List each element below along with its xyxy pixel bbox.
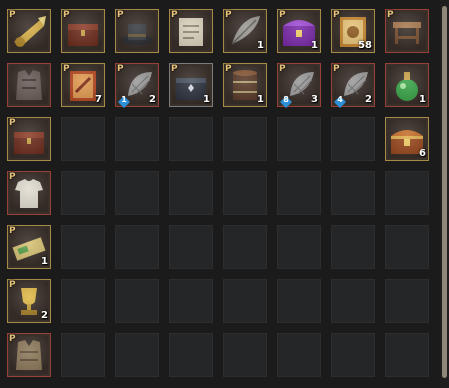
- inventory-slot[interactable]: P7: [61, 63, 105, 107]
- grade-value: 1: [121, 95, 127, 104]
- empty-inventory-slot[interactable]: [169, 279, 213, 323]
- inventory-slot[interactable]: P1: [223, 63, 267, 107]
- empty-inventory-slot[interactable]: [61, 171, 105, 215]
- item-count: 1: [419, 94, 426, 105]
- empty-inventory-slot[interactable]: [115, 117, 159, 161]
- item-count: 7: [95, 94, 102, 105]
- item-count: 3: [311, 94, 318, 105]
- grade-value: 8: [283, 95, 289, 104]
- inventory-slot[interactable]: P 8 3: [277, 63, 321, 108]
- empty-inventory-slot[interactable]: [223, 279, 267, 323]
- empty-inventory-slot[interactable]: [331, 117, 375, 161]
- scrollbar-thumb[interactable]: [442, 6, 447, 378]
- item-count: 2: [149, 94, 156, 105]
- inventory-grid: P P P P P 1 P 1 P 58 P P 7 P 1 2 P 1 P 1 P 8 3 P 4 2 1 P 6 P P 1 P 2 P: [0, 0, 449, 388]
- grade-value: 4: [337, 95, 343, 104]
- empty-inventory-slot[interactable]: [223, 333, 267, 377]
- grade-badge: 8: [280, 93, 292, 108]
- item-count: 6: [419, 148, 426, 159]
- p-badge: P: [63, 64, 70, 74]
- grade-badge: 4: [334, 93, 346, 108]
- item-count: 2: [365, 94, 372, 105]
- p-badge: P: [333, 10, 340, 20]
- p-badge: P: [9, 226, 16, 236]
- p-badge: P: [9, 118, 16, 128]
- inventory-slot[interactable]: P: [115, 9, 159, 53]
- empty-inventory-slot[interactable]: [385, 333, 429, 377]
- inventory-slot[interactable]: P: [169, 9, 213, 53]
- empty-inventory-slot[interactable]: [277, 117, 321, 161]
- inventory-slot[interactable]: 6: [385, 117, 429, 161]
- p-badge: P: [171, 10, 178, 20]
- inventory-slot[interactable]: P: [7, 9, 51, 53]
- p-badge: P: [333, 64, 340, 74]
- p-badge: P: [225, 10, 232, 20]
- inventory-slot[interactable]: P 1 2: [115, 63, 159, 108]
- item-count: 1: [41, 256, 48, 267]
- empty-inventory-slot[interactable]: [169, 171, 213, 215]
- inventory-slot[interactable]: [7, 63, 51, 107]
- empty-inventory-slot[interactable]: [115, 225, 159, 269]
- p-badge: P: [117, 10, 124, 20]
- empty-inventory-slot[interactable]: [223, 117, 267, 161]
- p-badge: P: [9, 10, 16, 20]
- empty-inventory-slot[interactable]: [331, 171, 375, 215]
- empty-inventory-slot[interactable]: [115, 333, 159, 377]
- empty-inventory-slot[interactable]: [169, 333, 213, 377]
- p-badge: P: [387, 10, 394, 20]
- empty-inventory-slot[interactable]: [61, 117, 105, 161]
- item-count: 1: [257, 94, 264, 105]
- p-badge: P: [63, 10, 70, 20]
- inventory-slot[interactable]: P 4 2: [331, 63, 375, 108]
- item-count: 58: [358, 40, 372, 51]
- empty-inventory-slot[interactable]: [277, 279, 321, 323]
- empty-inventory-slot[interactable]: [385, 279, 429, 323]
- empty-inventory-slot[interactable]: [115, 171, 159, 215]
- p-badge: P: [9, 172, 16, 182]
- p-badge: P: [279, 64, 286, 74]
- empty-inventory-slot[interactable]: [115, 279, 159, 323]
- empty-inventory-slot[interactable]: [385, 225, 429, 269]
- grade-badge: 1: [118, 93, 130, 108]
- armor-vest-icon: [10, 66, 48, 104]
- empty-inventory-slot[interactable]: [169, 225, 213, 269]
- empty-inventory-slot[interactable]: [331, 333, 375, 377]
- empty-inventory-slot[interactable]: [223, 171, 267, 215]
- inventory-slot[interactable]: P: [7, 333, 51, 377]
- p-badge: P: [279, 10, 286, 20]
- p-badge: P: [9, 334, 16, 344]
- empty-inventory-slot[interactable]: [223, 225, 267, 269]
- inventory-slot[interactable]: P1: [277, 9, 321, 53]
- p-badge: P: [225, 64, 232, 74]
- p-badge: P: [171, 64, 178, 74]
- empty-inventory-slot[interactable]: [61, 333, 105, 377]
- item-count: 1: [203, 94, 210, 105]
- empty-inventory-slot[interactable]: [169, 117, 213, 161]
- item-count: 2: [41, 310, 48, 321]
- inventory-slot[interactable]: P: [385, 9, 429, 53]
- inventory-slot[interactable]: P: [7, 171, 51, 215]
- empty-inventory-slot[interactable]: [277, 225, 321, 269]
- inventory-slot[interactable]: P1: [169, 63, 213, 107]
- empty-inventory-slot[interactable]: [385, 171, 429, 215]
- empty-inventory-slot[interactable]: [61, 225, 105, 269]
- empty-inventory-slot[interactable]: [61, 279, 105, 323]
- inventory-scrollbar[interactable]: [440, 0, 449, 388]
- item-count: 1: [257, 40, 264, 51]
- empty-inventory-slot[interactable]: [277, 171, 321, 215]
- inventory-slot[interactable]: 1: [385, 63, 429, 107]
- p-badge: P: [9, 280, 16, 290]
- empty-inventory-slot[interactable]: [331, 225, 375, 269]
- inventory-slot[interactable]: P1: [7, 225, 51, 269]
- empty-inventory-slot[interactable]: [331, 279, 375, 323]
- inventory-slot[interactable]: P1: [223, 9, 267, 53]
- inventory-slot[interactable]: P 58: [331, 9, 375, 53]
- inventory-slot[interactable]: P: [7, 117, 51, 161]
- empty-inventory-slot[interactable]: [277, 333, 321, 377]
- inventory-slot[interactable]: P2: [7, 279, 51, 323]
- item-count: 1: [311, 40, 318, 51]
- p-badge: P: [117, 64, 124, 74]
- inventory-slot[interactable]: P: [61, 9, 105, 53]
